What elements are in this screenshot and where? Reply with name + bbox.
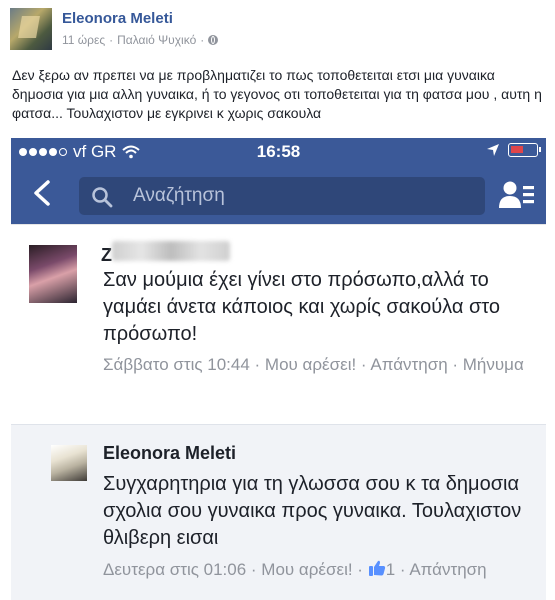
fb-nav-bar: Αναζήτηση [11, 166, 546, 224]
author-avatar[interactable] [10, 8, 52, 50]
post-location[interactable]: Παλαιό Ψυχικό [117, 33, 196, 47]
comment-text: Συγχαρητηρια για τη γλωσσα σου κ τα δημο… [103, 473, 522, 549]
commenter-avatar[interactable] [51, 445, 87, 481]
comment-meta-prefix[interactable]: Δευτερα στις 01:06 · Μου αρέσει! · [103, 560, 368, 579]
location-arrow-icon [487, 144, 499, 156]
search-icon [92, 187, 113, 208]
commenter-name[interactable]: Eleonora Meleti [103, 443, 236, 464]
like-thumb-icon[interactable] [368, 559, 386, 577]
post-header: Eleonora Meleti 11 ώρες · Παλαιό Ψυχικό … [10, 6, 550, 56]
post-time[interactable]: 11 ώρες [62, 33, 105, 47]
embedded-screenshot: vf GR 16:58 Αναζήτηση Z Σαν μούμια έχει … [11, 138, 546, 600]
commenter-avatar[interactable] [29, 245, 77, 303]
commenter-name[interactable]: Z [101, 241, 230, 266]
battery-icon [508, 143, 541, 157]
commenter-name-visible: Z [101, 245, 112, 265]
status-bar: vf GR 16:58 [11, 138, 546, 166]
status-time: 16:58 [256, 142, 301, 161]
globe-icon[interactable] [208, 35, 219, 45]
status-bar-right [486, 143, 541, 157]
author-name[interactable]: Eleonora Meleti [62, 10, 173, 27]
post-text: Δεν ξερω αν πρεπει να με προβληματιζει τ… [12, 67, 542, 121]
like-count: 1 [385, 560, 396, 579]
comment-meta: Δευτερα στις 01:06 · Μου αρέσει! · 1 · Α… [103, 558, 543, 581]
name-blur-redaction [112, 241, 230, 261]
comment-meta-suffix[interactable]: · Απάντηση [395, 560, 487, 579]
meta-separator: · [109, 33, 114, 47]
post-meta: 11 ώρες · Παλαιό Ψυχικό · [62, 33, 219, 47]
search-input[interactable]: Αναζήτηση [79, 177, 485, 215]
meta-separator: · [200, 33, 205, 47]
back-arrow-icon[interactable] [29, 179, 57, 207]
search-placeholder: Αναζήτηση [133, 185, 225, 206]
comment-item: Z Σαν μούμια έχει γίνει στο πρόσωπο,αλλά… [11, 224, 546, 425]
friends-icon[interactable] [499, 180, 535, 210]
comment-text: Σαν μούμια έχει γίνει στο πρόσωπο,αλλά τ… [103, 269, 501, 345]
comment-meta[interactable]: Σάββατο στις 10:44 · Μου αρέσει! · Απάντ… [103, 353, 543, 376]
comment-item: Eleonora Meleti Συγχαρητηρια για τη γλωσ… [11, 424, 546, 600]
